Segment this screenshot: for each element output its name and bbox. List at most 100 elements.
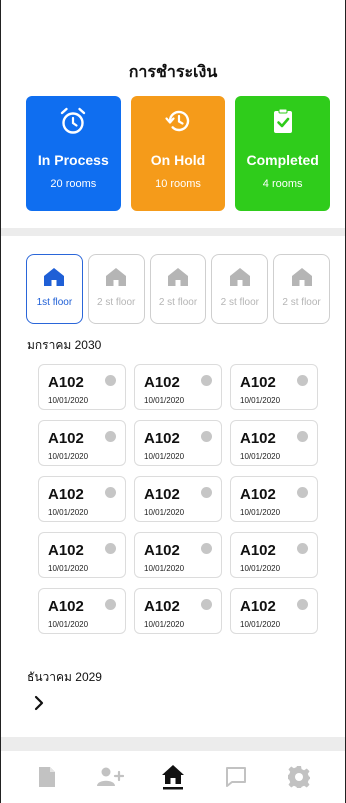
room-date: 10/01/2020 [240,396,281,405]
floor-tab-label: 2 st floor [282,297,321,308]
status-dot [105,487,116,498]
room-card[interactable]: A102 10/01/2020 [230,420,318,466]
nav-documents-button[interactable] [27,757,67,797]
room-code: A102 [48,598,84,615]
room-card[interactable]: A102 10/01/2020 [230,364,318,410]
home-icon [291,268,312,286]
status-dot [105,431,116,442]
room-date: 10/01/2020 [240,620,281,629]
status-cards: In Process 20 rooms On Hold 10 rooms Com… [26,96,331,211]
room-code: A102 [144,374,180,391]
nav-settings-button[interactable] [279,757,319,797]
room-date: 10/01/2020 [144,396,185,405]
status-dot [201,375,212,386]
room-date: 10/01/2020 [144,564,185,573]
floor-tab-3[interactable]: 2 st floor [149,254,207,324]
status-dot [297,487,308,498]
status-dot [105,375,116,386]
history-icon [165,110,190,132]
status-dot [201,487,212,498]
home-icon [167,268,188,286]
status-card-title: On Hold [150,152,206,168]
status-dot [201,599,212,610]
room-date: 10/01/2020 [144,452,185,461]
room-date: 10/01/2020 [240,508,281,517]
home-icon [161,765,184,790]
nav-add-user-button[interactable] [90,757,130,797]
room-code: A102 [144,542,180,559]
room-card[interactable]: A102 10/01/2020 [38,588,126,634]
status-card-on-hold[interactable]: On Hold 10 rooms [130,96,226,211]
status-card-completed[interactable]: Completed 4 rooms [235,96,331,211]
status-card-in-process[interactable]: In Process 20 rooms [26,96,121,211]
room-date: 10/01/2020 [240,452,281,461]
room-code: A102 [48,374,84,391]
month-header: ธันวาคม 2029 [27,670,102,684]
status-card-count: 20 rooms [50,178,97,190]
nav-chat-button[interactable] [216,757,256,797]
chat-icon [226,767,247,787]
floor-tab-5[interactable]: 2 st floor [273,254,330,324]
room-code: A102 [240,486,276,503]
add-user-icon [96,767,124,786]
room-card[interactable]: A102 10/01/2020 [134,420,222,466]
settings-icon [288,766,311,788]
room-card[interactable]: A102 10/01/2020 [134,476,222,522]
nav-home-button[interactable] [153,757,193,797]
status-dot [297,431,308,442]
bottom-nav [1,751,345,803]
room-grid: A102 10/01/2020 A102 10/01/2020 A102 10/01/… [38,364,320,634]
status-card-count: 4 rooms [262,178,303,190]
clipboard-check-icon [273,108,292,133]
status-card-title: Completed [246,152,319,168]
room-code: A102 [48,430,84,447]
status-dot [297,599,308,610]
room-date: 10/01/2020 [144,620,185,629]
room-card[interactable]: A102 10/01/2020 [230,532,318,578]
room-card[interactable]: A102 10/01/2020 [38,476,126,522]
room-code: A102 [240,542,276,559]
floor-tab-label: 2 st floor [97,297,136,308]
page-title: การชำระเงิน [128,64,218,81]
room-date: 10/01/2020 [144,508,185,517]
room-code: A102 [48,486,84,503]
status-dot [105,599,116,610]
document-icon [38,767,55,787]
room-code: A102 [144,486,180,503]
home-icon [106,268,127,286]
room-card[interactable]: A102 10/01/2020 [134,532,222,578]
status-card-title: In Process [37,152,109,168]
floor-tab-label: 2 st floor [158,297,198,308]
room-date: 10/01/2020 [48,452,89,461]
room-card[interactable]: A102 10/01/2020 [38,364,126,410]
floor-tab-4[interactable]: 2 st floor [211,254,269,324]
floor-tab-label: 2 st floor [220,297,259,308]
room-card[interactable]: A102 10/01/2020 [134,364,222,410]
status-card-count: 10 rooms [155,178,201,190]
room-date: 10/01/2020 [48,508,89,517]
floor-tab-1[interactable]: 1st floor [26,254,83,324]
room-code: A102 [144,430,180,447]
status-dot [105,543,116,554]
room-code: A102 [48,542,84,559]
status-dot [201,431,212,442]
month-header: มกราคม 2030 [27,338,102,352]
room-code: A102 [240,374,276,391]
status-dot [297,375,308,386]
room-card[interactable]: A102 10/01/2020 [38,420,126,466]
floor-tab-2[interactable]: 2 st floor [87,254,145,324]
room-card[interactable]: A102 10/01/2020 [230,588,318,634]
chevron-right-icon[interactable] [32,695,46,711]
status-dot [201,543,212,554]
section-divider [1,228,345,236]
room-card[interactable]: A102 10/01/2020 [134,588,222,634]
alarm-clock-icon [61,107,86,134]
room-code: A102 [240,430,276,447]
bottom-shade [1,737,345,751]
floor-tab-label: 1st floor [36,297,73,308]
home-icon [229,268,250,286]
room-card[interactable]: A102 10/01/2020 [38,532,126,578]
room-date: 10/01/2020 [48,564,89,573]
room-card[interactable]: A102 10/01/2020 [230,476,318,522]
home-icon [44,268,65,286]
